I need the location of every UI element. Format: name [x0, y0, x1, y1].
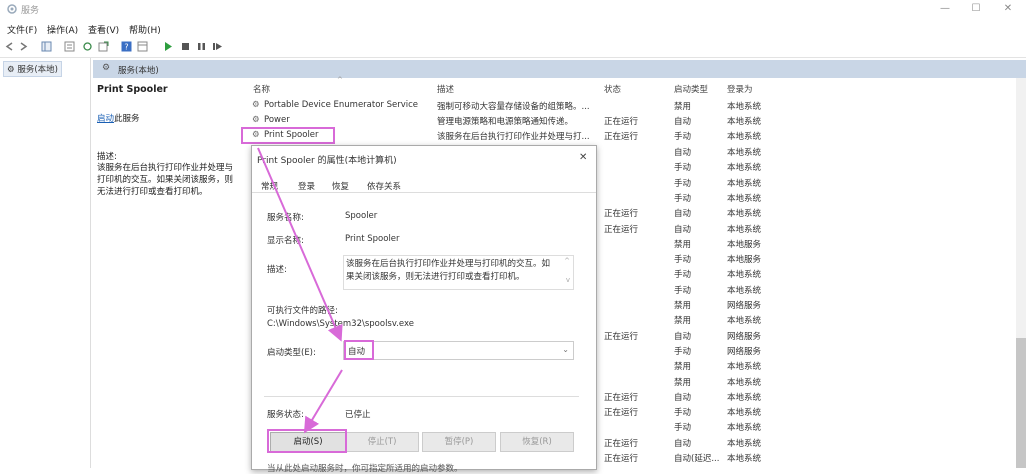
arrow-to-startup-type: [257, 147, 343, 342]
arrow-to-start-button: [303, 369, 343, 434]
annotation-arrows: [257, 147, 343, 434]
